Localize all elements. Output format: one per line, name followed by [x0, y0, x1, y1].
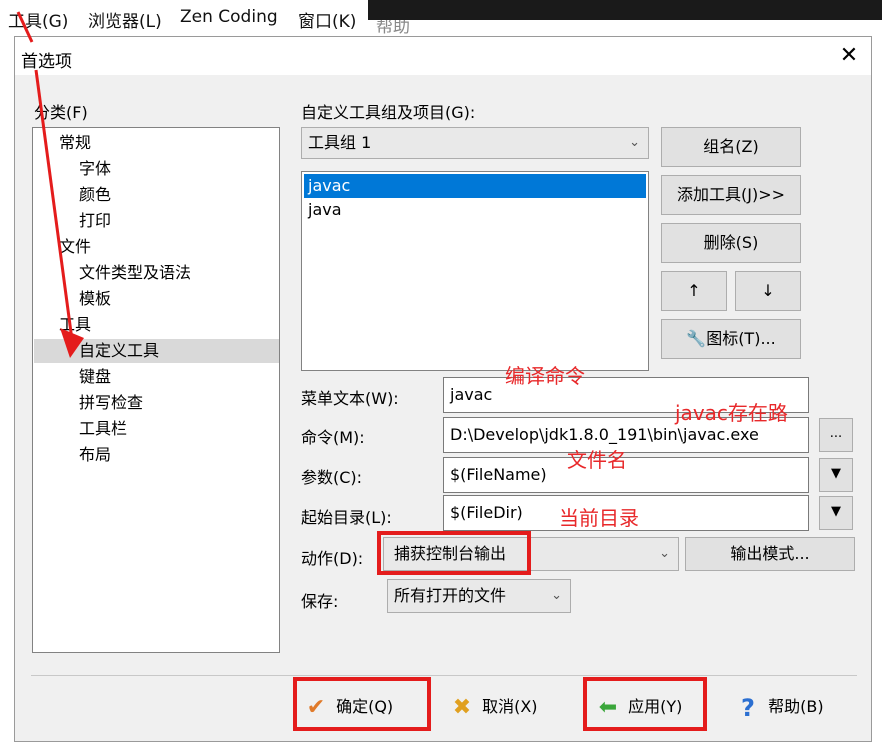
- annotation-arrow: [16, 11, 84, 358]
